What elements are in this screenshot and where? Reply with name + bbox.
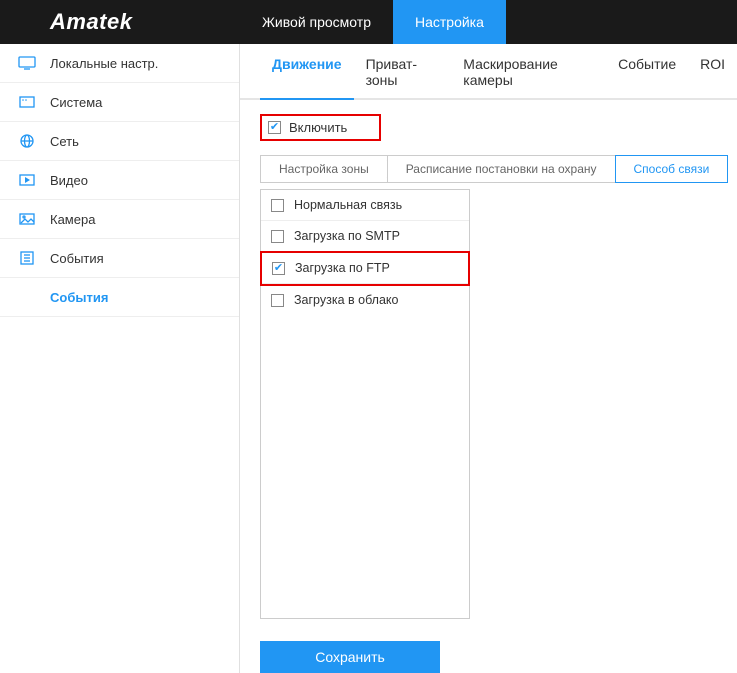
sidebar-item-label: События	[50, 251, 104, 266]
sidebar-item-video[interactable]: Видео	[0, 161, 239, 200]
ftp-highlight: Загрузка по FTP	[260, 251, 470, 286]
option-label: Загрузка по SMTP	[294, 229, 400, 243]
enable-highlight: Включить	[260, 114, 381, 141]
option-cloud-checkbox[interactable]	[271, 294, 284, 307]
sidebar-item-label: Сеть	[50, 134, 79, 149]
sidebar-item-system[interactable]: Система	[0, 83, 239, 122]
crumb-schedule[interactable]: Расписание постановки на охрану	[387, 155, 616, 183]
monitor-icon	[18, 56, 36, 70]
option-label: Загрузка в облако	[294, 293, 399, 307]
tab-live[interactable]: Живой просмотр	[240, 0, 393, 44]
option-label: Загрузка по FTP	[295, 261, 390, 275]
sidebar-item-network[interactable]: Сеть	[0, 122, 239, 161]
subtabs: Движение Приват-зоны Маскирование камеры…	[240, 44, 737, 100]
subtab-privacy[interactable]: Приват-зоны	[354, 44, 452, 98]
crumb-link[interactable]: Способ связи	[615, 155, 729, 183]
sidebar: Локальные настр. Система Сеть Видео Каме…	[0, 44, 240, 673]
brand-logo: Amatek	[0, 9, 240, 35]
sidebar-item-label: Камера	[50, 212, 95, 227]
option-ftp-checkbox[interactable]	[272, 262, 285, 275]
crumb-zone[interactable]: Настройка зоны	[260, 155, 388, 183]
option-label: Нормальная связь	[294, 198, 402, 212]
sidebar-item-camera[interactable]: Камера	[0, 200, 239, 239]
sidebar-item-label: Видео	[50, 173, 88, 188]
tab-settings[interactable]: Настройка	[393, 0, 506, 44]
breadcrumb: Настройка зоны Расписание постановки на …	[260, 155, 737, 183]
sidebar-item-local[interactable]: Локальные настр.	[0, 44, 239, 83]
main-content: Движение Приват-зоны Маскирование камеры…	[240, 44, 737, 673]
option-smtp-checkbox[interactable]	[271, 230, 284, 243]
sidebar-subitem-events[interactable]: События	[0, 278, 239, 317]
globe-icon	[18, 134, 36, 148]
option-normal-checkbox[interactable]	[271, 199, 284, 212]
sidebar-item-events[interactable]: События	[0, 239, 239, 278]
subtab-motion[interactable]: Движение	[260, 44, 354, 100]
option-smtp[interactable]: Загрузка по SMTP	[261, 221, 469, 252]
header: Amatek Живой просмотр Настройка	[0, 0, 737, 44]
sidebar-item-label: Система	[50, 95, 102, 110]
option-cloud[interactable]: Загрузка в облако	[261, 285, 469, 315]
enable-label: Включить	[289, 120, 347, 135]
subtab-roi[interactable]: ROI	[688, 44, 737, 98]
options-panel: Нормальная связь Загрузка по SMTP Загруз…	[260, 189, 470, 619]
sidebar-item-label: События	[50, 290, 108, 305]
option-normal[interactable]: Нормальная связь	[261, 190, 469, 221]
subtab-masking[interactable]: Маскирование камеры	[451, 44, 606, 98]
list-icon	[18, 251, 36, 265]
sidebar-item-label: Локальные настр.	[50, 56, 158, 71]
save-button[interactable]: Сохранить	[260, 641, 440, 673]
image-icon	[18, 212, 36, 226]
system-icon	[18, 95, 36, 109]
enable-checkbox[interactable]	[268, 121, 281, 134]
subtab-event[interactable]: Событие	[606, 44, 688, 98]
play-icon	[18, 173, 36, 187]
option-ftp[interactable]: Загрузка по FTP	[262, 253, 468, 284]
